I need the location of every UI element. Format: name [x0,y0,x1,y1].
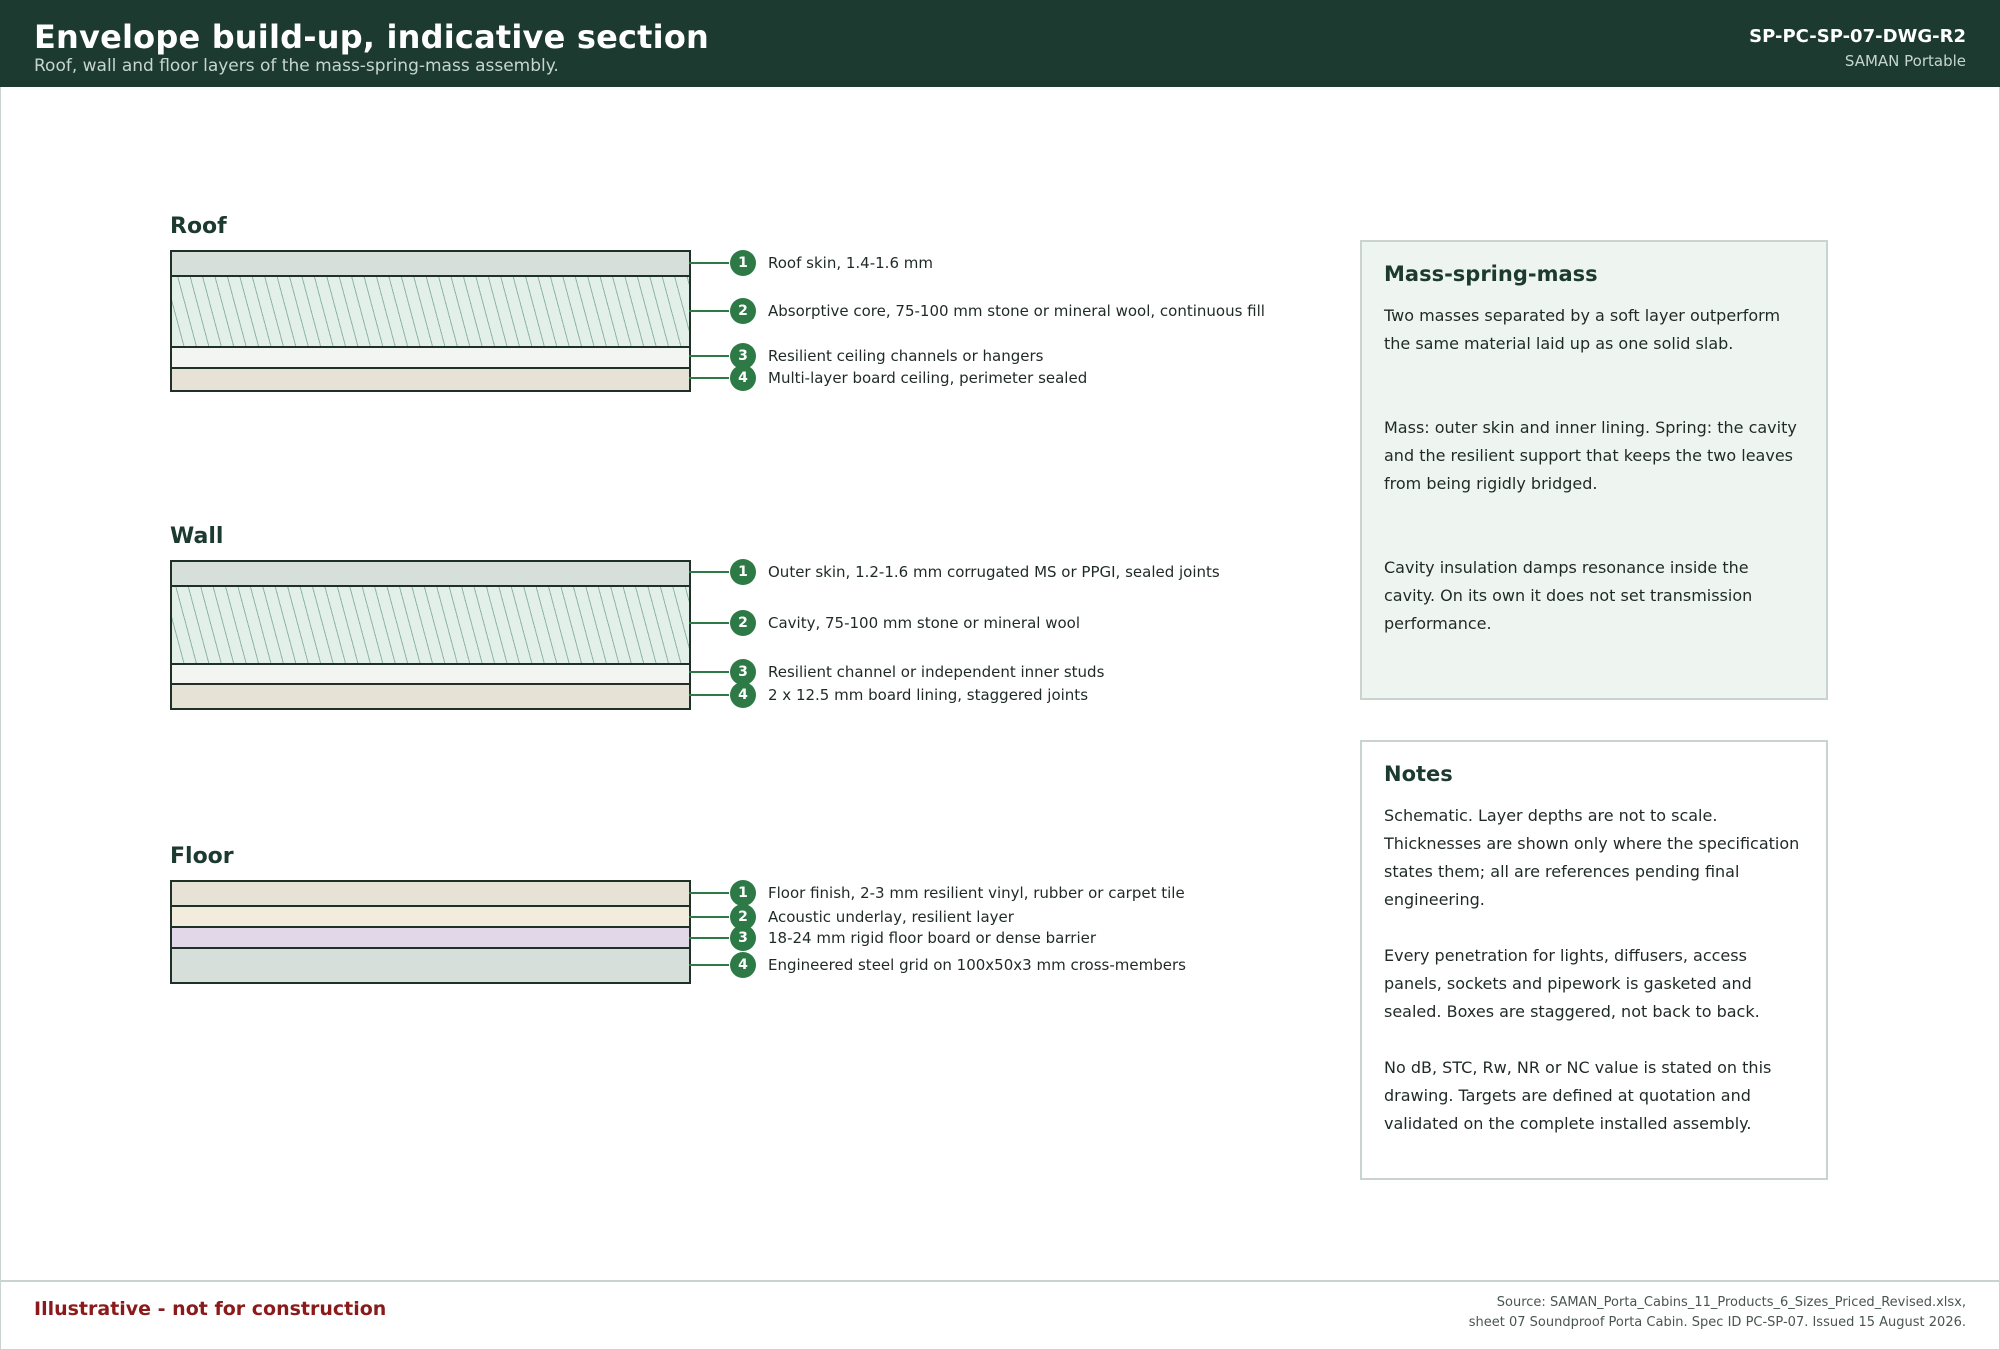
floor-layer-3-board [170,926,691,949]
floor-layer-2-underlay [170,905,691,928]
wall-layer-1-skin [170,560,691,587]
wall-layer-3-studs [170,663,691,685]
floor-callout-label-2: Acoustic underlay, resilient layer [768,908,1014,926]
wall-leader-3 [689,671,729,673]
floor-leader-1 [689,892,729,894]
roof-leader-1 [689,262,729,264]
wall-callout-badge-1: 1 [730,559,756,585]
mass-spring-mass-paragraph-2: Mass: outer skin and inner lining. Sprin… [1384,418,1797,493]
floor-leader-3 [689,937,729,939]
roof-section-title: Roof [170,214,227,239]
mass-spring-mass-paragraph-1: Two masses separated by a soft layer out… [1384,306,1781,353]
wall-callout-label-3: Resilient channel or independent inner s… [768,663,1105,681]
notes-paragraph-2: Every penetration for lights, diffusers,… [1384,946,1760,1021]
notes-panel: Notes Schematic. Layer depths are not to… [1360,740,1828,1180]
roof-layer-4-ceiling [170,367,691,392]
notes-title: Notes [1384,762,1453,786]
floor-callout-label-4: Engineered steel grid on 100x50x3 mm cro… [768,956,1186,974]
mass-spring-mass-title: Mass-spring-mass [1384,262,1598,286]
roof-callout-label-4: Multi-layer board ceiling, perimeter sea… [768,369,1088,387]
roof-leader-2 [689,310,729,312]
mass-spring-mass-panel: Mass-spring-mass Two masses separated by… [1360,240,1828,700]
title-bar: Envelope build-up, indicative section Ro… [0,0,2000,87]
floor-layer-1-finish [170,880,691,907]
floor-leader-4 [689,964,729,966]
roof-callout-badge-4: 4 [730,365,756,391]
source-line-1: Source: SAMAN_Porta_Cabins_11_Products_6… [1496,1295,1966,1310]
roof-callout-badge-2: 2 [730,298,756,324]
roof-callout-label-1: Roof skin, 1.4-1.6 mm [768,254,933,272]
wall-callout-badge-4: 4 [730,682,756,708]
floor-callout-badge-3: 3 [730,925,756,951]
brand-name: SAMAN Portable [1844,52,1966,70]
floor-leader-2 [689,916,729,918]
floor-layer-4-steel-grid [170,947,691,984]
roof-layer-3-channels [170,346,691,369]
roof-leader-3 [689,355,729,357]
notes-paragraph-3: No dB, STC, Rw, NR or NC value is stated… [1384,1058,1772,1133]
floor-callout-badge-1: 1 [730,880,756,906]
wall-section-title: Wall [170,524,224,549]
roof-leader-4 [689,377,729,379]
source-line-2: sheet 07 Soundproof Porta Cabin. Spec ID… [1468,1315,1966,1330]
wall-callout-label-4: 2 x 12.5 mm board lining, staggered join… [768,686,1089,704]
mass-spring-mass-paragraph-3: Cavity insulation damps resonance inside… [1384,558,1753,633]
wall-leader-1 [689,571,729,573]
roof-callout-label-3: Resilient ceiling channels or hangers [768,347,1044,365]
roof-layer-2-core [170,275,691,348]
drawing-number: SP-PC-SP-07-DWG-R2 [1749,26,1966,47]
floor-callout-label-1: Floor finish, 2-3 mm resilient vinyl, ru… [768,884,1185,902]
roof-layer-1-skin [170,250,691,277]
page-title: Envelope build-up, indicative section [34,18,710,56]
floor-callout-badge-4: 4 [730,952,756,978]
floor-callout-label-3: 18-24 mm rigid floor board or dense barr… [768,929,1097,947]
wall-leader-2 [689,622,729,624]
roof-callout-label-2: Absorptive core, 75-100 mm stone or mine… [768,302,1265,320]
wall-callout-badge-2: 2 [730,610,756,636]
wall-leader-4 [689,694,729,696]
page-subtitle: Roof, wall and floor layers of the mass-… [34,56,559,76]
construction-disclaimer: Illustrative - not for construction [34,1298,387,1320]
wall-layer-2-cavity [170,585,691,665]
wall-callout-label-1: Outer skin, 1.2-1.6 mm corrugated MS or … [768,563,1220,581]
footer-divider [0,1280,2000,1282]
floor-section-title: Floor [170,844,234,869]
wall-callout-label-2: Cavity, 75-100 mm stone or mineral wool [768,614,1080,632]
wall-layer-4-lining [170,683,691,710]
roof-callout-badge-1: 1 [730,250,756,276]
notes-paragraph-1: Schematic. Layer depths are not to scale… [1384,806,1800,909]
source-reference: Source: SAMAN_Porta_Cabins_11_Products_6… [1469,1293,1966,1333]
